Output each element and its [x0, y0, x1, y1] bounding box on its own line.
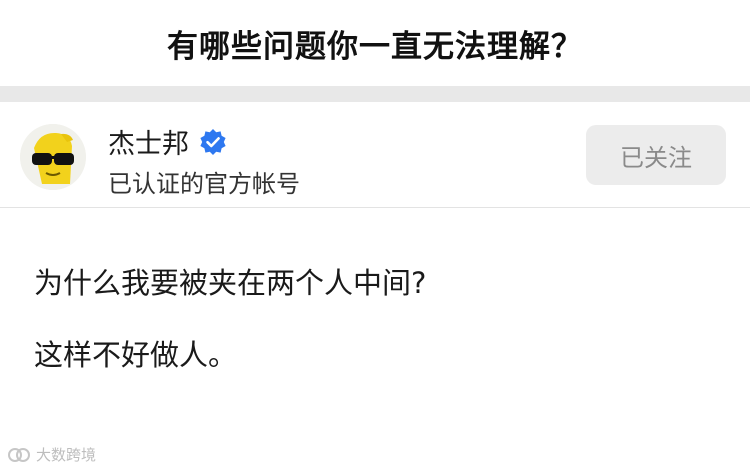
author-name-line: 杰士邦 [108, 122, 227, 161]
brand-logo-icon [8, 446, 30, 464]
watermark: 大数跨境 [8, 444, 96, 465]
verified-badge-icon [199, 128, 227, 156]
answer-paragraph-2: 这样不好做人。 [34, 338, 238, 372]
author-row: 杰士邦 已认证的官方帐号 已关注 [0, 102, 750, 208]
section-divider [0, 86, 750, 102]
question-header: 有哪些问题你一直无法理解？ [0, 0, 750, 86]
author-name[interactable]: 杰士邦 [108, 122, 189, 161]
watermark-text: 大数跨境 [36, 446, 97, 464]
avatar[interactable] [20, 124, 86, 190]
answer-page: 有哪些问题你一直无法理解？ 杰士邦 已认证的官方帐号 已关注 为什么我要被夹在两… [0, 0, 750, 469]
answer-paragraph-1: 为什么我要被夹在两个人中间? [34, 266, 427, 300]
sunglasses-mascot-icon [20, 124, 86, 190]
question-title[interactable]: 有哪些问题你一直无法理解？ [167, 21, 583, 66]
follow-button[interactable]: 已关注 [586, 125, 726, 185]
author-subtitle: 已认证的官方帐号 [108, 170, 300, 198]
answer-body: 为什么我要被夹在两个人中间? 这样不好做人。 [34, 262, 724, 406]
